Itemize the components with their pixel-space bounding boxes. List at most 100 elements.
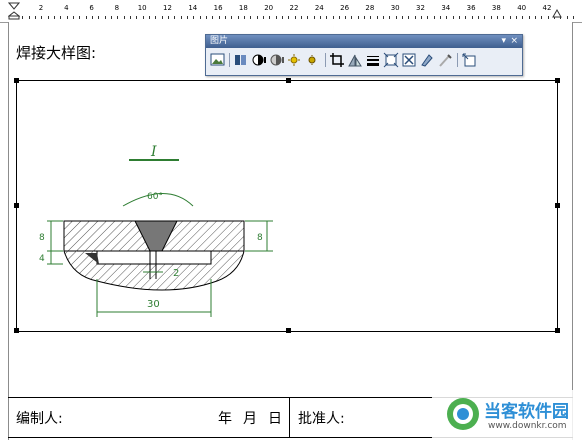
ruler-tick: [256, 16, 258, 19]
ruler-tick: [28, 16, 30, 19]
ruler-number: 12: [163, 4, 172, 12]
ruler-tick: [433, 16, 435, 19]
indent-marker-icon[interactable]: [8, 2, 20, 20]
ruler-number: 14: [188, 4, 198, 12]
ruler-tick: [212, 16, 214, 19]
toolbar-title-bar[interactable]: 图片 ▾ ×: [206, 35, 522, 48]
ruler-tick: [376, 16, 378, 19]
ruler-tick: [123, 16, 125, 19]
ruler-tick: [503, 16, 505, 19]
ruler-tick: [395, 16, 397, 19]
ruler-tick: [528, 16, 530, 19]
compress-icon[interactable]: [383, 52, 399, 68]
ruler-tick: [47, 16, 49, 19]
ruler-number: 8: [114, 4, 120, 12]
day-label: 日: [268, 411, 282, 427]
more-brightness-icon[interactable]: [287, 52, 303, 68]
text-wrapping-icon[interactable]: [401, 52, 417, 68]
reset-picture-icon[interactable]: [461, 52, 477, 68]
ruler-number: 34: [441, 4, 451, 12]
ruler-tick: [402, 16, 404, 19]
right-indent-marker-icon[interactable]: [552, 9, 562, 19]
ruler-tick: [142, 16, 144, 19]
ruler-number: 38: [491, 4, 501, 12]
footer-divider: [289, 397, 290, 437]
ruler-tick: [85, 16, 87, 19]
ruler-tick: [516, 16, 518, 19]
format-picture-icon[interactable]: [419, 52, 435, 68]
resize-handle[interactable]: [555, 328, 560, 333]
rotate-icon[interactable]: [347, 52, 363, 68]
less-brightness-icon[interactable]: [305, 52, 321, 68]
ruler-number: 18: [238, 4, 248, 12]
watermark-brand: 当客软件园: [484, 402, 569, 422]
ruler-tick: [224, 16, 226, 19]
ruler-tick: [34, 16, 36, 19]
ruler-tick: [357, 16, 359, 19]
insert-picture-icon[interactable]: [210, 52, 226, 68]
ruler-tick: [509, 16, 511, 19]
ruler-tick: [193, 16, 195, 19]
set-transparent-color-icon[interactable]: [437, 52, 453, 68]
ruler-tick: [294, 16, 296, 19]
color-icon[interactable]: [233, 52, 249, 68]
watermark-logo-icon: [447, 398, 479, 430]
resize-handle[interactable]: [555, 78, 560, 83]
ruler-tick: [326, 16, 328, 19]
ruler-number: 32: [416, 4, 425, 12]
ruler-tick: [104, 16, 106, 19]
ruler-tick: [370, 16, 372, 19]
ruler-tick: [522, 16, 524, 19]
approver-label: 批准人:: [298, 411, 345, 427]
ruler-tick: [110, 16, 112, 19]
line-style-icon[interactable]: [365, 52, 381, 68]
detail-label: I: [150, 144, 157, 160]
ruler-tick: [319, 16, 321, 19]
weld-detail-drawing: I 60° 8 4 8 2 30: [39, 144, 273, 317]
editor-label: 编制人:: [16, 411, 63, 427]
ruler-tick: [408, 16, 410, 19]
resize-handle[interactable]: [555, 203, 560, 208]
ruler-tick: [446, 16, 448, 19]
ruler-tick: [66, 16, 68, 19]
ruler-tick: [60, 16, 62, 19]
ruler-tick: [22, 16, 24, 19]
ruler-tick: [427, 16, 429, 19]
ruler-tick: [541, 16, 543, 19]
ruler-tick: [174, 16, 176, 19]
ruler-tick: [275, 16, 277, 19]
ruler-tick: [281, 16, 283, 19]
more-contrast-icon[interactable]: [251, 52, 267, 68]
ruler-number: 36: [466, 4, 476, 12]
toolbar-close-icon[interactable]: ×: [510, 35, 518, 48]
less-contrast-icon[interactable]: [269, 52, 285, 68]
toolbar-buttons: [209, 52, 519, 70]
ruler-tick: [313, 16, 315, 19]
ruler-tick: [338, 16, 340, 19]
ruler-number: 42: [542, 4, 552, 12]
ruler-number: 4: [64, 4, 69, 12]
ruler-tick: [231, 16, 233, 19]
toolbar-title: 图片: [210, 36, 229, 46]
picture-toolbar[interactable]: 图片 ▾ ×: [205, 34, 523, 76]
ruler-number: 10: [137, 4, 147, 12]
width-dimension: 30: [147, 299, 160, 310]
left-top-dimension: 8: [39, 233, 45, 243]
horizontal-ruler[interactable]: 2 4 6 8 10 12 14 16 18 20 22 24 26 28 30 32 34 36 38 40 42: [0, 0, 582, 23]
ruler-tick: [262, 16, 264, 19]
ruler-tick: [79, 16, 81, 19]
ruler-tick: [250, 16, 252, 19]
drawing-heading: 焊接大样图:: [16, 44, 97, 62]
ruler-tick: [205, 16, 207, 19]
ruler-tick: [136, 16, 138, 19]
ruler-number: 24: [314, 4, 324, 12]
ruler-number: 30: [390, 4, 400, 12]
ruler-tick: [471, 16, 473, 19]
ruler-number: 40: [517, 4, 527, 12]
toolbar-options-icon[interactable]: ▾: [501, 35, 506, 48]
ruler-tick: [186, 16, 188, 19]
ruler-number: 26: [340, 4, 350, 12]
crop-icon[interactable]: [329, 52, 345, 68]
ruler-tick: [497, 16, 499, 19]
angle-label: 60°: [147, 192, 163, 202]
